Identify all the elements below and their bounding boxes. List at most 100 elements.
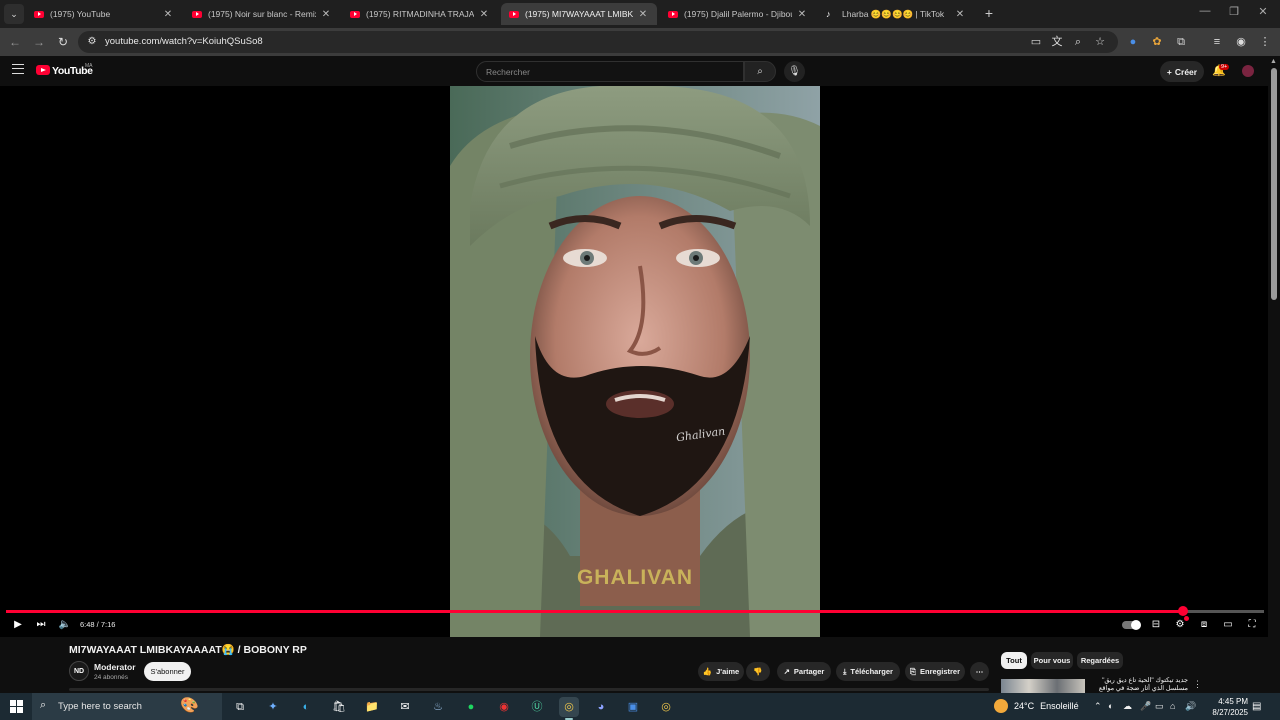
- taskbar-search-box[interactable]: ⌕ Type here to search 🎨: [32, 693, 222, 720]
- copilot-icon[interactable]: ✦: [263, 697, 283, 717]
- site-info-icon[interactable]: ⚙: [85, 35, 99, 49]
- filter-chip-all[interactable]: Tout: [1001, 652, 1027, 669]
- tray-app-icon[interactable]: ◐: [1108, 701, 1113, 711]
- video-frame[interactable]: Ghalivan GHALIVAN: [450, 86, 820, 637]
- subscribe-button[interactable]: S'abonner: [144, 662, 191, 681]
- spotify-icon[interactable]: ●: [461, 697, 481, 717]
- voice-search-icon[interactable]: 🎙: [784, 61, 805, 82]
- create-label: Créer: [1174, 66, 1198, 77]
- discord-icon[interactable]: ◕: [591, 697, 611, 717]
- windows-taskbar: ⌕ Type here to search 🎨 ⧉ ✦ ◐ 🛍 📁 ✉ ♨ ● …: [0, 693, 1280, 720]
- close-tab-icon[interactable]: ✕: [320, 9, 332, 20]
- task-view-icon[interactable]: ⧉: [230, 697, 250, 717]
- weather-widget[interactable]: 24°C Ensoleillé: [994, 699, 1079, 713]
- extension-blue-icon[interactable]: ●: [1124, 33, 1142, 51]
- store-icon[interactable]: 🛍: [329, 697, 349, 717]
- system-clock[interactable]: 4:45 PM 8/27/2025: [1200, 696, 1248, 718]
- progress-scrubber[interactable]: [1178, 606, 1189, 616]
- back-icon[interactable]: ←: [6, 33, 24, 51]
- address-bar[interactable]: ⚙ youtube.com/watch?v=KoiuhQSuSo8: [78, 31, 1118, 53]
- network-icon[interactable]: ⌂: [1170, 701, 1175, 711]
- reload-icon[interactable]: ↻: [54, 33, 72, 51]
- speaker-icon[interactable]: 🔊: [1185, 701, 1196, 712]
- zoom-icon[interactable]: ⌕: [1069, 33, 1087, 51]
- description-box-edge[interactable]: [69, 688, 989, 691]
- browser-tab-6[interactable]: ♪ Lharba 😊😊😊😊 | TikTok ✕: [818, 3, 974, 25]
- page-scrollbar-thumb[interactable]: [1271, 68, 1277, 300]
- miniplayer-icon[interactable]: ⧈: [1197, 618, 1211, 632]
- search-button[interactable]: ⌕: [744, 61, 776, 82]
- display-icon[interactable]: ▭: [1155, 701, 1164, 712]
- browser-tab-3[interactable]: (1975) RITMADINHA TRAJADO ✕: [342, 3, 498, 25]
- restore-icon[interactable]: ❐: [1225, 5, 1243, 18]
- extensions-puzzle-icon[interactable]: ⧉: [1172, 33, 1190, 51]
- steam-icon[interactable]: ♨: [428, 697, 448, 717]
- cast-icon[interactable]: ▭: [1027, 33, 1045, 51]
- utorrent-icon[interactable]: Ⓤ: [527, 697, 547, 717]
- mail-icon[interactable]: ✉: [395, 697, 415, 717]
- dislike-button[interactable]: 👎: [746, 662, 770, 681]
- video-player[interactable]: Ghalivan GHALIVAN ▶ ⏭ 🔈 6:48 / 7:16 ⊟ ⚙ …: [0, 86, 1268, 637]
- close-window-icon[interactable]: ✕: [1254, 5, 1272, 18]
- account-avatar[interactable]: [1242, 65, 1254, 77]
- progress-bar[interactable]: [6, 606, 1264, 616]
- filter-chip-for-you[interactable]: Pour vous: [1031, 652, 1073, 669]
- download-button[interactable]: ⤓ Télécharger: [836, 662, 900, 681]
- recommendation-thumbnail[interactable]: [1001, 679, 1085, 693]
- new-tab-icon[interactable]: +: [980, 4, 998, 22]
- browser-menu-icon[interactable]: ⋮: [1256, 33, 1274, 51]
- profile-icon[interactable]: ◉: [1232, 33, 1250, 51]
- close-tab-icon[interactable]: ✕: [162, 9, 174, 20]
- scroll-up-arrow-icon[interactable]: ▲: [1270, 58, 1277, 65]
- media-app-icon[interactable]: ◉: [494, 697, 514, 717]
- close-tab-icon[interactable]: ✕: [796, 9, 808, 20]
- forward-icon[interactable]: →: [30, 33, 48, 51]
- windows-start-icon[interactable]: [10, 700, 23, 713]
- recommendation-title[interactable]: جديد تيكتوك "الحية تاع ديق ريق" مسلسل ال…: [1088, 677, 1188, 693]
- recommendation-more-icon[interactable]: ⋮: [1193, 679, 1202, 690]
- create-button[interactable]: + Créer: [1160, 61, 1204, 82]
- subtitles-icon[interactable]: ⊟: [1149, 618, 1163, 632]
- theater-mode-icon[interactable]: ▭: [1221, 618, 1235, 632]
- bookmark-star-icon[interactable]: ☆: [1091, 33, 1109, 51]
- browser-tab-active[interactable]: (1975) MI7WAYAAAT LMIBKA ✕: [501, 3, 657, 25]
- close-tab-icon[interactable]: ✕: [637, 9, 649, 20]
- channel-avatar[interactable]: ND: [69, 661, 89, 681]
- chrome-icon[interactable]: ◎: [559, 697, 579, 720]
- more-actions-button[interactable]: ⋯: [970, 662, 989, 681]
- volume-icon[interactable]: 🔈: [58, 618, 72, 632]
- save-button[interactable]: ⎘ Enregistrer: [905, 662, 965, 681]
- play-icon[interactable]: ▶: [12, 618, 24, 632]
- close-tab-icon[interactable]: ✕: [478, 9, 490, 20]
- notification-center-icon[interactable]: ▤: [1252, 701, 1261, 712]
- tab-search-button[interactable]: ⌄: [4, 4, 24, 24]
- tray-chevron-icon[interactable]: ⌃: [1094, 701, 1102, 712]
- clock-date: 8/27/2025: [1212, 708, 1248, 717]
- browser-tab-2[interactable]: (1975) Noir sur blanc - Remixes ✕: [184, 3, 340, 25]
- chrome-profile-icon[interactable]: ◎: [656, 697, 676, 717]
- like-button[interactable]: 👍 J'aime: [698, 662, 744, 681]
- channel-name[interactable]: Moderator: [94, 662, 136, 672]
- browser-tab-5[interactable]: (1975) Djalil Palermo - Djibou e ✕: [660, 3, 816, 25]
- cloud-icon[interactable]: ☁: [1123, 701, 1132, 712]
- autoplay-toggle[interactable]: [1122, 620, 1141, 630]
- share-button[interactable]: ↗ Partager: [777, 662, 831, 681]
- edge-icon[interactable]: ◐: [296, 697, 316, 717]
- hamburger-menu-icon[interactable]: [12, 64, 24, 74]
- search-input[interactable]: [477, 62, 743, 82]
- translate-icon[interactable]: 文: [1048, 33, 1066, 51]
- fullscreen-icon[interactable]: ⛶: [1245, 618, 1259, 632]
- extension-orange-icon[interactable]: ✿: [1148, 33, 1166, 51]
- microphone-icon[interactable]: 🎤: [1140, 701, 1151, 712]
- remote-app-icon[interactable]: ▣: [623, 697, 643, 717]
- tab-title: Lharba 😊😊😊😊 | TikTok: [842, 8, 945, 19]
- file-explorer-icon[interactable]: 📁: [362, 697, 382, 717]
- url-text[interactable]: youtube.com/watch?v=KoiuhQSuSo8: [105, 36, 263, 47]
- minimize-icon[interactable]: —: [1196, 5, 1214, 17]
- media-control-icon[interactable]: ≡: [1208, 33, 1226, 51]
- close-tab-icon[interactable]: ✕: [954, 9, 966, 20]
- filter-chip-watched[interactable]: Regardées: [1077, 652, 1123, 669]
- next-video-icon[interactable]: ⏭: [35, 618, 47, 632]
- youtube-logo-icon[interactable]: [36, 65, 50, 75]
- browser-tab-1[interactable]: (1975) YouTube ✕: [26, 3, 182, 25]
